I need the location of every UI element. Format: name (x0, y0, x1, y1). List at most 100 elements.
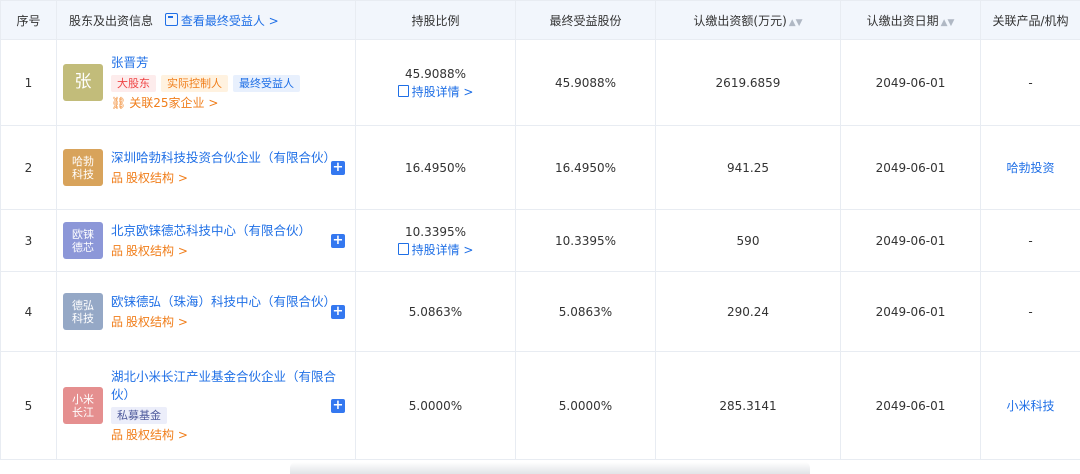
tag-list: 私募基金 (111, 406, 347, 424)
table-row: 2 哈勃 科技 深圳哈勃科技投资合伙企业（有限合伙） 品股权结构 > + 16.4… (0, 125, 1080, 210)
ratio-cell: 10.3395% 持股详情 > (355, 209, 516, 272)
company-avatar[interactable]: 小米 长江 (63, 387, 103, 424)
holding-detail-label: 持股详情 > (411, 84, 474, 99)
header-shareholder-label: 股东及出资信息 (69, 13, 154, 28)
row-index: 4 (0, 271, 57, 352)
shareholder-sub-link[interactable]: ⛓ 关联25家企业 > (111, 94, 347, 112)
shareholder-name-link[interactable]: 湖北小米长江产业基金合伙企业（有限合伙） (111, 368, 347, 404)
row-index: 1 (0, 39, 57, 126)
final-share-value: 10.3395% (515, 209, 656, 272)
company-avatar[interactable]: 张 (63, 64, 103, 101)
related-org[interactable]: 小米科技 (980, 351, 1080, 460)
company-avatar[interactable]: 哈勃 科技 (63, 149, 103, 186)
shareholder-cell: 张 张晋芳 大股东 实际控制人 最终受益人 ⛓ 关联25家企业 > (56, 39, 356, 126)
shareholder-name-link[interactable]: 北京欧铼德芯科技中心（有限合伙） (111, 222, 347, 240)
amount-value: 285.3141 (655, 351, 841, 460)
company-avatar[interactable]: 欧铼 德芯 (63, 222, 103, 259)
ratio-value: 16.4950% (404, 160, 467, 175)
amount-value: 590 (655, 209, 841, 272)
ratio-cell: 5.0000% (355, 351, 516, 460)
holding-detail-label: 持股详情 > (411, 242, 474, 257)
table-row: 5 小米 长江 湖北小米长江产业基金合伙企业（有限合伙） 私募基金 品股权结构 >… (0, 351, 1080, 460)
date-value: 2049-06-01 (840, 209, 981, 272)
date-value: 2049-06-01 (840, 351, 981, 460)
company-avatar[interactable]: 德弘 科技 (63, 293, 103, 330)
sub-link-label: 股权结构 > (126, 427, 188, 442)
tag-badge[interactable]: 最终受益人 (233, 74, 300, 92)
row-index: 3 (0, 209, 57, 272)
ratio-value: 45.9088% (404, 66, 467, 81)
shareholder-name-link[interactable]: 张晋芳 (111, 54, 347, 72)
link-icon: ⛓ (111, 95, 127, 110)
related-org: - (980, 271, 1080, 352)
ratio-value: 10.3395% (404, 224, 467, 239)
sort-icon[interactable]: ▲▼ (789, 18, 803, 28)
related-org[interactable]: 哈勃投资 (980, 125, 1080, 210)
final-share-value: 5.0000% (515, 351, 656, 460)
related-org: - (980, 39, 1080, 126)
expand-plus-icon[interactable]: + (331, 398, 345, 413)
header-amount[interactable]: 认缴出资额(万元) ▲▼ (655, 0, 841, 40)
shareholder-sub-link[interactable]: 品股权结构 > (111, 242, 347, 260)
tag-badge[interactable]: 大股东 (111, 74, 156, 92)
header-date[interactable]: 认缴出资日期 ▲▼ (840, 0, 981, 40)
structure-icon: 品 (111, 243, 124, 258)
tag-badge[interactable]: 私募基金 (111, 406, 167, 424)
view-beneficiary-link[interactable]: 查看最终受益人 > (164, 12, 279, 28)
row-index: 5 (0, 351, 57, 460)
shareholder-sub-link[interactable]: 品股权结构 > (111, 313, 347, 331)
sub-link-label: 股权结构 > (126, 170, 188, 185)
header-date-label: 认缴出资日期 (866, 13, 939, 28)
header-final-share: 最终受益股份 (515, 0, 656, 40)
date-value: 2049-06-01 (840, 39, 981, 126)
tag-badge[interactable]: 实际控制人 (161, 74, 228, 92)
shareholder-table: 序号 股东及出资信息 查看最终受益人 > 持股比例 最终受益股份 认缴出资额(万… (0, 0, 1080, 460)
shareholder-sub-link[interactable]: 品股权结构 > (111, 169, 347, 187)
document-icon (397, 84, 409, 97)
header-related: 关联产品/机构 (980, 0, 1080, 40)
table-row: 3 欧铼 德芯 北京欧铼德芯科技中心（有限合伙） 品股权结构 > + 10.339… (0, 209, 1080, 272)
tag-list: 大股东 实际控制人 最终受益人 (111, 74, 347, 92)
amount-value: 941.25 (655, 125, 841, 210)
shareholder-name-link[interactable]: 深圳哈勃科技投资合伙企业（有限合伙） (111, 149, 347, 167)
ratio-value: 5.0000% (408, 398, 463, 413)
shareholder-sub-link[interactable]: 品股权结构 > (111, 426, 347, 444)
header-index: 序号 (0, 0, 57, 40)
table-row: 1 张 张晋芳 大股东 实际控制人 最终受益人 ⛓ 关联25家企业 > 45.9088… (0, 39, 1080, 126)
shareholder-name-link[interactable]: 欧铼德弘（珠海）科技中心（有限合伙） (111, 293, 347, 311)
shareholder-cell: 欧铼 德芯 北京欧铼德芯科技中心（有限合伙） 品股权结构 > + (56, 209, 356, 272)
holding-detail-link[interactable]: 持股详情 > (356, 83, 515, 101)
document-icon (397, 242, 409, 255)
structure-icon: 品 (111, 314, 124, 329)
table-row: 4 德弘 科技 欧铼德弘（珠海）科技中心（有限合伙） 品股权结构 > + 5.08… (0, 271, 1080, 352)
amount-value: 290.24 (655, 271, 841, 352)
date-value: 2049-06-01 (840, 125, 981, 210)
shareholder-cell: 小米 长江 湖北小米长江产业基金合伙企业（有限合伙） 私募基金 品股权结构 > + (56, 351, 356, 460)
shareholder-cell: 德弘 科技 欧铼德弘（珠海）科技中心（有限合伙） 品股权结构 > + (56, 271, 356, 352)
header-amount-label: 认缴出资额(万元) (693, 13, 787, 28)
ratio-cell: 5.0863% (355, 271, 516, 352)
expand-plus-icon[interactable]: + (331, 160, 345, 175)
amount-value: 2619.6859 (655, 39, 841, 126)
expand-plus-icon[interactable]: + (331, 233, 345, 248)
ratio-cell: 45.9088% 持股详情 > (355, 39, 516, 126)
shareholder-cell: 哈勃 科技 深圳哈勃科技投资合伙企业（有限合伙） 品股权结构 > + (56, 125, 356, 210)
sort-icon[interactable]: ▲▼ (941, 18, 955, 28)
view-beneficiary-label: 查看最终受益人 > (180, 13, 279, 28)
ratio-cell: 16.4950% (355, 125, 516, 210)
ratio-value: 5.0863% (408, 304, 463, 319)
final-share-value: 16.4950% (515, 125, 656, 210)
final-share-value: 45.9088% (515, 39, 656, 126)
expand-plus-icon[interactable]: + (331, 304, 345, 319)
sub-link-label: 股权结构 > (126, 243, 188, 258)
beneficiary-icon (164, 12, 178, 26)
row-index: 2 (0, 125, 57, 210)
final-share-value: 5.0863% (515, 271, 656, 352)
sub-link-label: 关联25家企业 > (129, 95, 219, 110)
holding-detail-link[interactable]: 持股详情 > (356, 241, 515, 259)
related-org: - (980, 209, 1080, 272)
table-header-row: 序号 股东及出资信息 查看最终受益人 > 持股比例 最终受益股份 认缴出资额(万… (0, 0, 1080, 40)
header-shareholder: 股东及出资信息 查看最终受益人 > (56, 0, 356, 40)
structure-icon: 品 (111, 427, 124, 442)
header-ratio: 持股比例 (355, 0, 516, 40)
